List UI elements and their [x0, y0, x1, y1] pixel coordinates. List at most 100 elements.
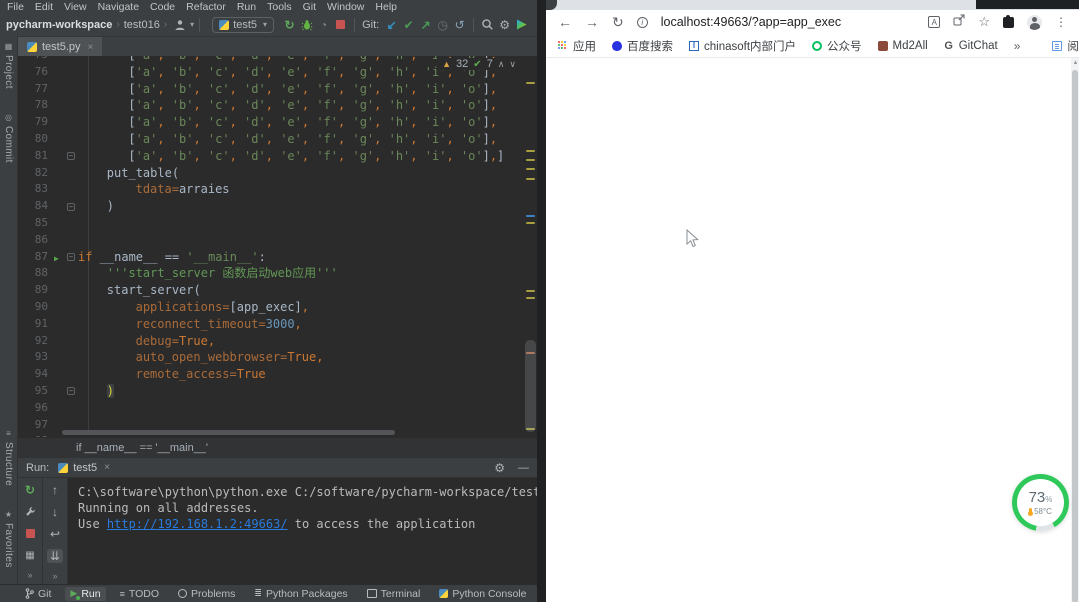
status-tab-problems[interactable]: Problems: [173, 587, 240, 601]
menu-navigate[interactable]: Navigate: [98, 1, 139, 13]
menu-window[interactable]: Window: [327, 1, 364, 13]
wrench-icon[interactable]: [22, 505, 38, 519]
stripe-mark[interactable]: [526, 178, 535, 180]
more-icon[interactable]: »: [52, 571, 57, 581]
address-bar[interactable]: localhost:49663/?app=app_exec: [661, 15, 841, 29]
minimize-icon[interactable]: —: [518, 462, 529, 474]
bookmark-md2all[interactable]: Md2All: [878, 40, 928, 52]
user-icon[interactable]: [171, 17, 188, 33]
bookmark--[interactable]: 公众号: [812, 38, 862, 54]
inspections-widget[interactable]: ▲ 32 ✔ 7 ∧ ∨: [437, 58, 521, 70]
menu-git[interactable]: Git: [303, 1, 316, 13]
status-tab-todo[interactable]: ≡TODO: [115, 587, 164, 601]
down-stack-trace-icon[interactable]: ↓: [47, 505, 63, 519]
fold-marker-icon[interactable]: −: [67, 203, 75, 211]
menu-file[interactable]: File: [7, 1, 24, 13]
settings-gear-icon[interactable]: ⚙: [496, 17, 513, 33]
status-tab-git[interactable]: Git: [20, 587, 56, 601]
more-icon[interactable]: »: [27, 570, 32, 580]
run-button[interactable]: ↻: [281, 17, 298, 33]
profiler-button[interactable]: ◔: [315, 17, 332, 33]
stripe-item-structure[interactable]: ≡Structure: [3, 429, 14, 486]
bookmark--[interactable]: 百度搜索: [612, 38, 673, 54]
fold-marker-icon[interactable]: −: [67, 387, 75, 395]
bookmark-gitchat[interactable]: GitChat: [944, 40, 998, 52]
menu-tools[interactable]: Tools: [267, 1, 292, 13]
menu-code[interactable]: Code: [150, 1, 175, 13]
run-console-output[interactable]: C:\software\python\python.exe C:/softwar…: [68, 478, 537, 584]
layout-grid-icon[interactable]: ▦: [22, 548, 38, 562]
status-tab-run[interactable]: ▶Run: [65, 587, 105, 601]
menu-refactor[interactable]: Refactor: [186, 1, 226, 13]
menu-run[interactable]: Run: [237, 1, 256, 13]
web-page[interactable]: ▲ 73% 58°C: [546, 58, 1079, 602]
stop-icon[interactable]: [22, 527, 38, 541]
scroll-up-arrow-icon[interactable]: ▲: [1073, 60, 1079, 66]
back-icon[interactable]: ←: [558, 15, 572, 29]
extensions-puzzle-icon[interactable]: [1003, 17, 1014, 28]
reading-list-button[interactable]: 阅读清单: [1052, 38, 1079, 54]
git-history-icon[interactable]: ◷: [434, 17, 451, 33]
bookmark--[interactable]: 应用: [558, 38, 596, 54]
bookmark-star-icon[interactable]: ☆: [978, 14, 990, 30]
stop-button[interactable]: [332, 17, 349, 33]
soft-wrap-icon[interactable]: ↩: [47, 527, 63, 541]
rerun-icon[interactable]: ↻: [22, 483, 38, 497]
breadcrumb-project[interactable]: test016: [124, 19, 160, 31]
run-configuration-selector[interactable]: test5 ▾: [212, 17, 274, 33]
bookmark-chinasoft-[interactable]: chinasoft内部门户: [689, 38, 796, 54]
scrollbar-thumb[interactable]: [1072, 70, 1078, 602]
debug-button[interactable]: [298, 17, 315, 33]
menu-edit[interactable]: Edit: [35, 1, 53, 13]
scroll-to-end-icon[interactable]: ⇊: [47, 549, 63, 563]
prev-issue-icon[interactable]: ∧: [498, 59, 505, 70]
site-info-icon[interactable]: i: [637, 17, 648, 28]
stripe-mark[interactable]: [526, 297, 535, 299]
stripe-item-favorites[interactable]: ★Favorites: [3, 510, 14, 568]
fold-marker-icon[interactable]: −: [67, 253, 75, 261]
search-icon[interactable]: [479, 17, 496, 33]
share-icon[interactable]: [953, 13, 965, 31]
git-push-icon[interactable]: ↗: [417, 17, 434, 33]
stripe-mark[interactable]: [526, 159, 535, 161]
profile-avatar[interactable]: [1027, 15, 1042, 30]
close-icon[interactable]: ×: [104, 462, 110, 473]
browser-menu-icon[interactable]: ⋮: [1055, 15, 1067, 29]
stripe-item-commit[interactable]: ◎Commit: [3, 113, 14, 163]
code-editor[interactable]: 75['a', 'b', 'c', 'd', 'e', 'f', 'g', 'h…: [18, 56, 537, 437]
fold-marker-icon[interactable]: −: [67, 152, 75, 160]
next-issue-icon[interactable]: ∨: [509, 59, 516, 70]
editor-tab-test5[interactable]: test5.py ×: [18, 37, 102, 57]
menu-view[interactable]: View: [64, 1, 87, 13]
bookmarks-overflow-icon[interactable]: »: [1014, 39, 1021, 53]
run-panel-tab[interactable]: test5 ×: [58, 462, 110, 474]
translate-icon[interactable]: A: [928, 16, 940, 28]
editor-horizontal-scrollbar[interactable]: [62, 430, 395, 435]
stripe-mark[interactable]: [526, 215, 535, 217]
git-commit-icon[interactable]: ✔: [400, 17, 417, 33]
forward-icon[interactable]: →: [585, 15, 599, 29]
status-tab-python-packages[interactable]: ≣Python Packages: [249, 587, 352, 601]
git-rollback-icon[interactable]: ↺: [451, 17, 468, 33]
git-update-icon[interactable]: ↙: [383, 17, 400, 33]
editor-breadcrumb[interactable]: if __name__ == '__main__': [18, 437, 537, 457]
tab-strip[interactable]: [546, 0, 1079, 10]
stripe-mark[interactable]: [526, 168, 535, 170]
status-tab-terminal[interactable]: Terminal: [362, 587, 426, 601]
page-scrollbar[interactable]: ▲: [1071, 58, 1079, 602]
breadcrumb-workspace[interactable]: pycharm-workspace: [6, 19, 112, 31]
editor-vertical-scrollbar[interactable]: [525, 340, 536, 432]
reload-icon[interactable]: ↻: [612, 15, 624, 29]
status-tab-python-console[interactable]: Python Console: [434, 587, 531, 601]
console-url-link[interactable]: http://192.168.1.2:49663/: [107, 517, 288, 531]
run-settings-gear-icon[interactable]: ⚙: [494, 461, 505, 475]
stripe-mark[interactable]: [526, 82, 535, 84]
up-stack-trace-icon[interactable]: ↑: [47, 483, 63, 497]
stripe-mark[interactable]: [526, 290, 535, 292]
menu-help[interactable]: Help: [375, 1, 397, 13]
stripe-mark[interactable]: [526, 222, 535, 224]
performance-gauge-widget[interactable]: 73% 58°C: [1012, 474, 1069, 531]
close-icon[interactable]: ×: [88, 42, 94, 53]
stripe-mark[interactable]: [526, 150, 535, 152]
colored-play-icon[interactable]: [513, 17, 530, 33]
